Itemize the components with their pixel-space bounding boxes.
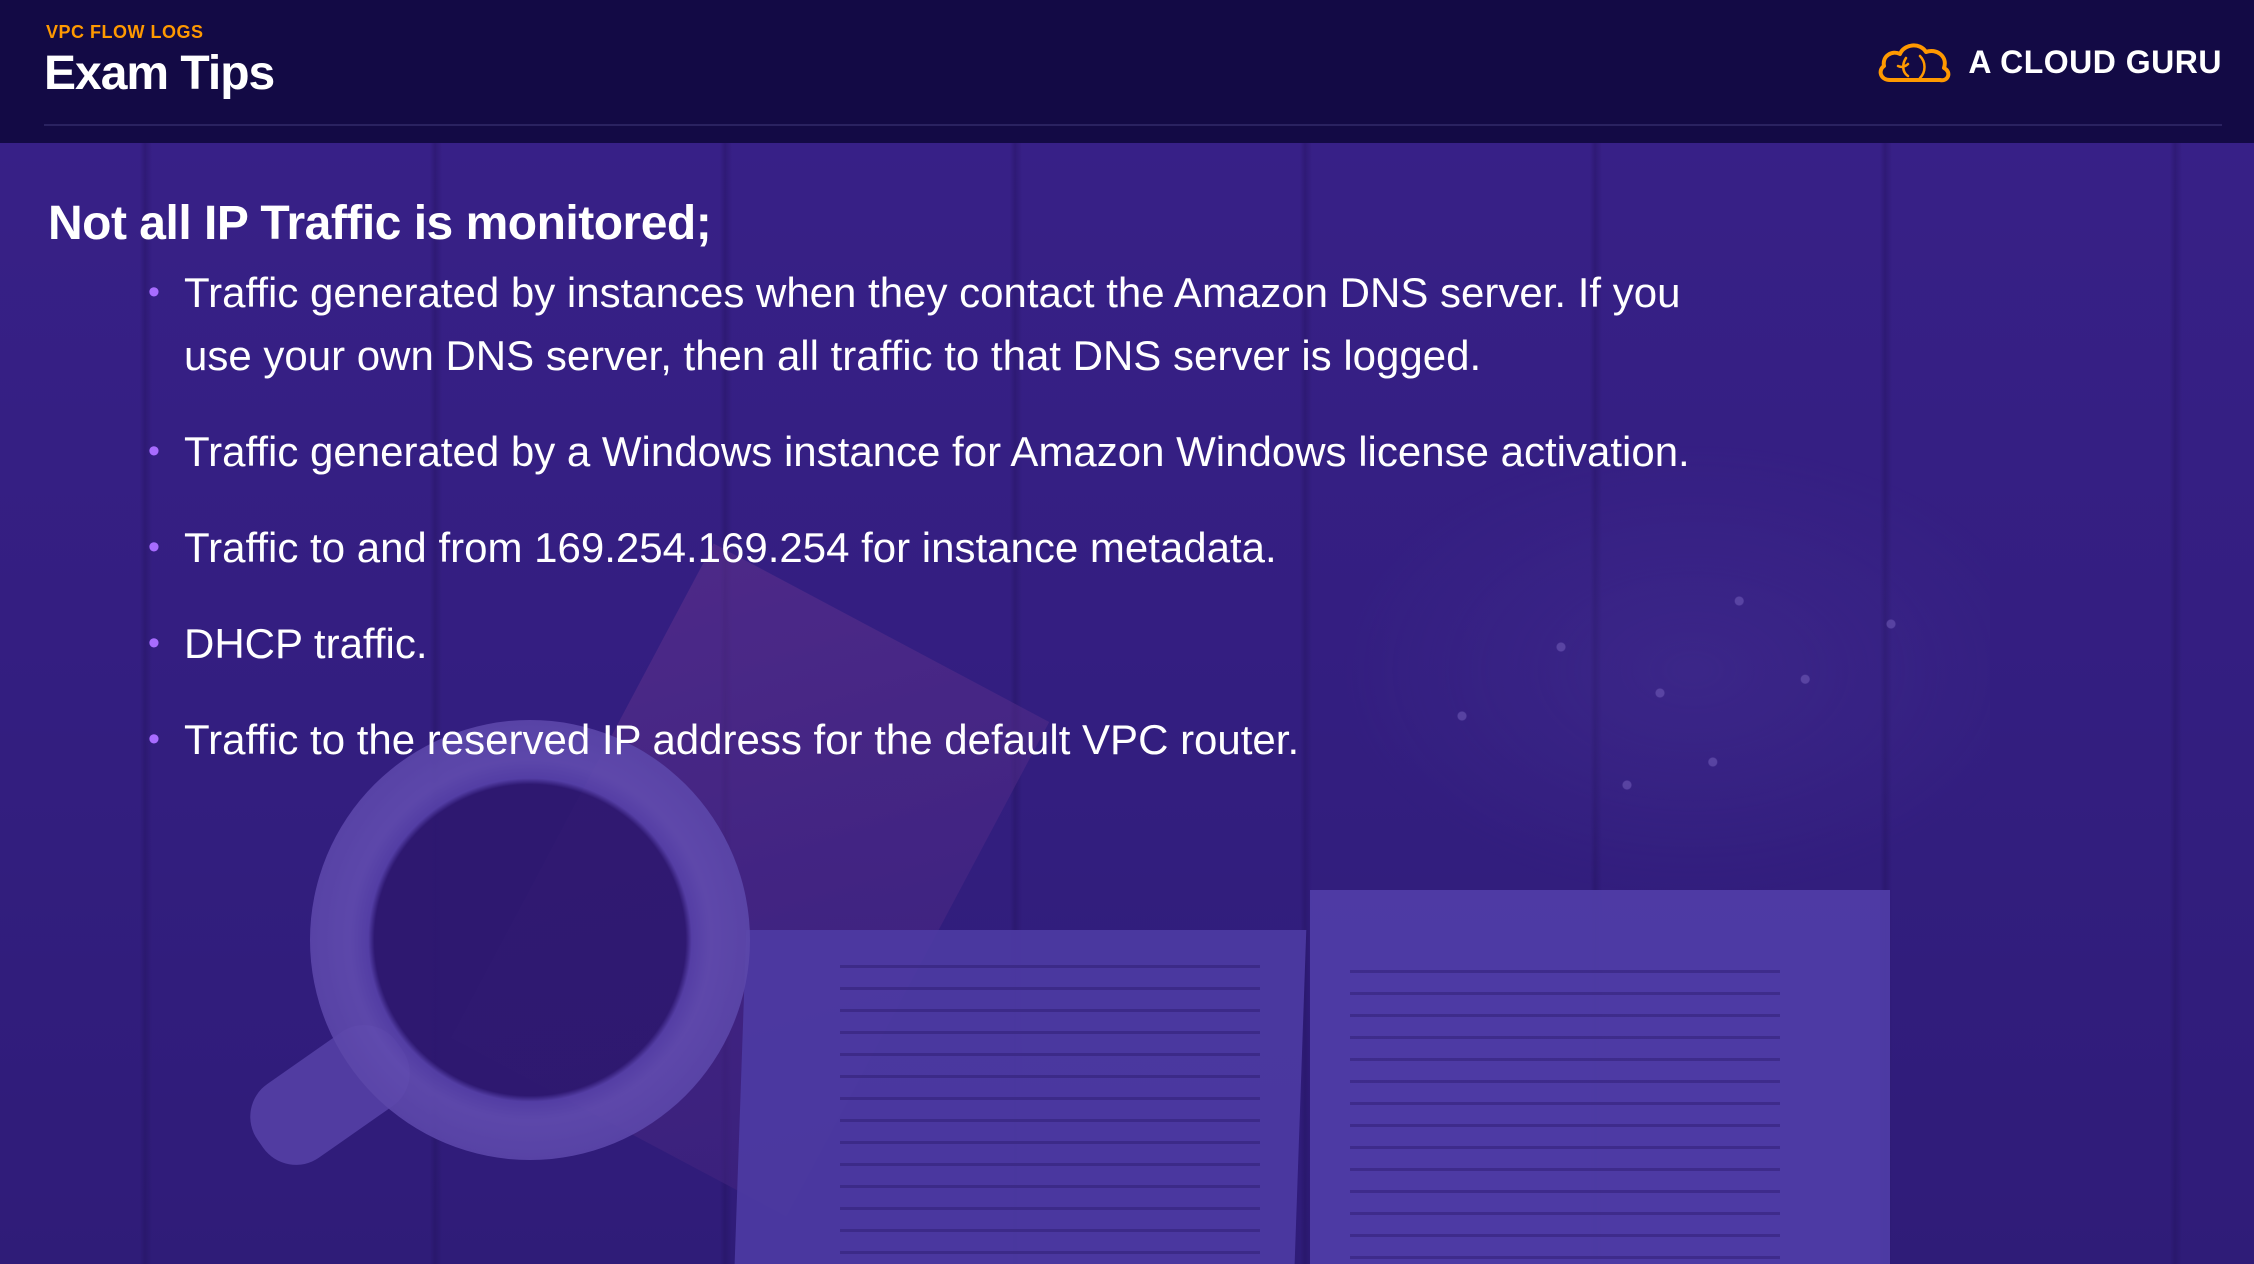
bullet-item: • DHCP traffic. (148, 612, 1704, 675)
slide: VPC FLOW LOGS Exam Tips A CLOUD GURU Not… (0, 0, 2254, 1264)
bullet-text: DHCP traffic. (184, 620, 428, 667)
bullet-item: • Traffic generated by instances when th… (148, 261, 1704, 387)
cloud-icon (1878, 43, 1951, 83)
bullet-text: Traffic to and from 169.254.169.254 for … (184, 524, 1277, 571)
bullet-list: • Traffic generated by instances when th… (48, 261, 1748, 771)
brand: A CLOUD GURU (1876, 36, 2222, 88)
content-heading: Not all IP Traffic is monitored; (48, 197, 712, 250)
bullet-dot-icon: • (148, 624, 160, 662)
bullet-dot-icon: • (148, 720, 160, 758)
page-title: Exam Tips (44, 47, 275, 100)
bullet-text: Traffic generated by a Windows instance … (184, 428, 1690, 475)
bullet-dot-icon: • (148, 528, 160, 566)
slide-content: Not all IP Traffic is monitored; • Traff… (48, 196, 1748, 804)
header-divider (44, 124, 2222, 126)
section-label: VPC FLOW LOGS (46, 22, 204, 42)
brand-name: A CLOUD GURU (1968, 43, 2222, 80)
bullet-item: • Traffic to the reserved IP address for… (148, 708, 1704, 771)
bullet-dot-icon: • (148, 273, 160, 311)
bullet-item: • Traffic generated by a Windows instanc… (148, 420, 1704, 483)
bullet-text: Traffic to the reserved IP address for t… (184, 716, 1300, 763)
bullet-text: Traffic generated by instances when they… (184, 269, 1681, 379)
bullet-dot-icon: • (148, 432, 160, 470)
slide-header: VPC FLOW LOGS Exam Tips A CLOUD GURU (0, 0, 2254, 143)
bullet-item: • Traffic to and from 169.254.169.254 fo… (148, 516, 1704, 579)
